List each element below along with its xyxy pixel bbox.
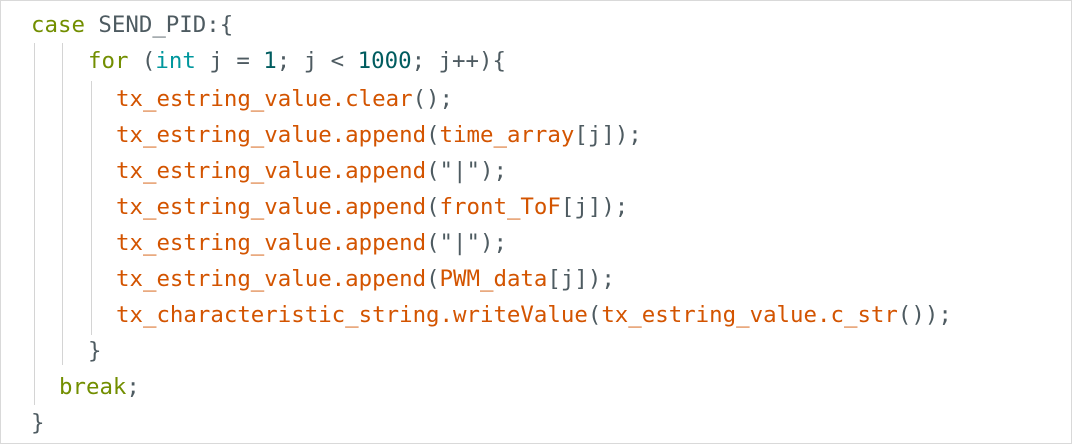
call-close: );: [480, 158, 507, 184]
for-condition: ; j <: [276, 48, 358, 74]
code-line-10: }: [88, 333, 101, 369]
object-name: tx_estring_value.: [116, 158, 346, 184]
code-line-5: tx_estring_value.append("|");: [116, 153, 507, 189]
code-line-6: tx_estring_value.append(front_ToF[j]);: [116, 189, 628, 225]
indent-guide: [34, 43, 35, 405]
indent-guide: [62, 43, 63, 365]
index-expression: [j]: [560, 194, 602, 220]
method-name: append: [345, 230, 427, 256]
call-close: );: [614, 122, 642, 148]
type-int: int: [155, 48, 196, 74]
method-name: append: [345, 194, 427, 220]
paren-open: (: [587, 302, 602, 328]
object-name: tx_estring_value.: [116, 266, 346, 292]
object-name: tx_estring_value.: [116, 194, 346, 220]
argument-object: tx_estring_value.: [601, 302, 831, 328]
number-literal: 1: [263, 48, 277, 74]
call-close: );: [587, 266, 615, 292]
code-line-8: tx_estring_value.append(PWM_data[j]);: [116, 261, 615, 297]
string-literal: "|": [439, 158, 480, 184]
method-name: clear: [345, 86, 413, 112]
object-name: tx_characteristic_string.: [116, 302, 454, 328]
object-name: tx_estring_value.: [116, 122, 346, 148]
code-line-3: tx_estring_value.clear();: [116, 81, 453, 117]
object-name: tx_estring_value.: [116, 230, 346, 256]
semicolon: ;: [126, 374, 140, 400]
code-line-11: break;: [59, 369, 140, 405]
paren-open: (: [426, 266, 440, 292]
keyword-for: for: [88, 48, 129, 74]
keyword-case: case: [31, 12, 85, 38]
for-increment: ; j++){: [411, 48, 506, 74]
paren-open: (: [426, 230, 440, 256]
closing-brace: }: [31, 410, 45, 436]
code-line-9: tx_characteristic_string.writeValue(tx_e…: [116, 297, 952, 333]
method-name: append: [345, 266, 427, 292]
code-line-12: }: [31, 405, 44, 441]
call-close: );: [480, 230, 507, 256]
argument: front_ToF: [439, 194, 561, 220]
argument: time_array: [439, 122, 575, 148]
call-close: ());: [897, 302, 952, 328]
argument-method: c_str: [830, 302, 898, 328]
for-declaration: j =: [195, 48, 264, 74]
method-name: append: [345, 122, 427, 148]
argument: PWM_data: [439, 266, 548, 292]
closing-brace: }: [88, 338, 102, 364]
indent-guide: [91, 81, 92, 335]
index-expression: [j]: [547, 266, 588, 292]
paren-open: (: [426, 158, 440, 184]
paren-open: (: [426, 122, 440, 148]
code-line-2: for (int j = 1; j < 1000; j++){: [88, 43, 506, 79]
paren-open: (: [426, 194, 440, 220]
object-name: tx_estring_value.: [116, 86, 346, 112]
code-line-4: tx_estring_value.append(time_array[j]);: [116, 117, 642, 153]
index-expression: [j]: [574, 122, 615, 148]
string-literal: "|": [439, 230, 480, 256]
keyword-break: break: [59, 374, 127, 400]
method-name: writeValue: [453, 302, 588, 328]
method-name: append: [345, 158, 427, 184]
code-line-1: case SEND_PID:{: [31, 7, 233, 43]
code-line-7: tx_estring_value.append("|");: [116, 225, 507, 261]
for-paren-open: (: [128, 48, 156, 74]
call-close: );: [601, 194, 629, 220]
code-editor[interactable]: case SEND_PID:{ for (int j = 1; j < 1000…: [0, 0, 1072, 444]
call-args: ();: [412, 86, 454, 112]
case-label: SEND_PID:{: [84, 12, 234, 38]
number-literal: 1000: [357, 48, 412, 74]
